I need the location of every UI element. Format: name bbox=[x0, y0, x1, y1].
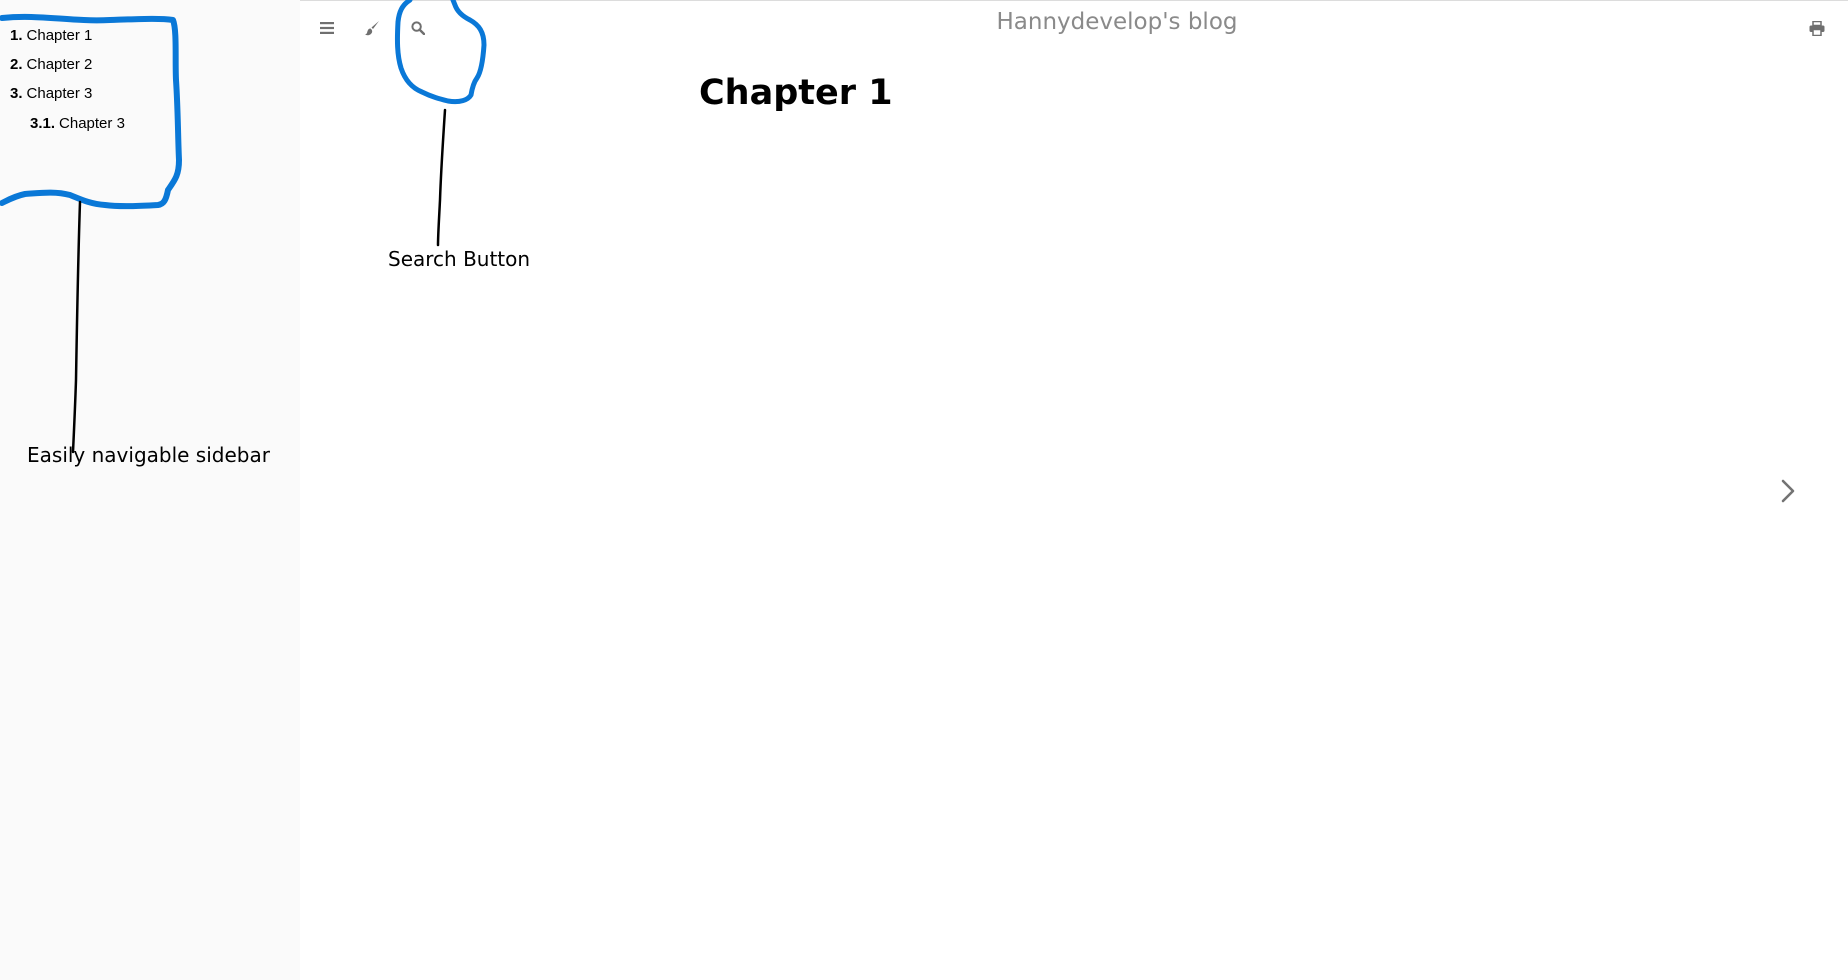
sidebar-item-chapter-2[interactable]: 2. Chapter 2 bbox=[0, 53, 300, 82]
toc-number: 3.1. bbox=[30, 115, 56, 132]
sidebar-item-label: Chapter 3 bbox=[26, 85, 93, 102]
menu-bar: Hannydevelop's blog bbox=[300, 0, 1848, 52]
sidebar-item-label: Chapter 1 bbox=[26, 27, 93, 44]
toc-number: 2. bbox=[10, 56, 23, 73]
sidebar-item-label: Chapter 3 bbox=[59, 115, 125, 132]
paintbrush-icon bbox=[365, 21, 379, 36]
next-chapter-button[interactable] bbox=[1768, 466, 1808, 516]
sidebar-item-chapter-3[interactable]: 3. Chapter 3 bbox=[0, 82, 300, 111]
print-icon bbox=[1809, 20, 1825, 36]
print-button[interactable] bbox=[1803, 15, 1831, 41]
search-icon bbox=[411, 21, 425, 35]
search-button[interactable] bbox=[404, 15, 432, 41]
sidebar-toggle-button[interactable] bbox=[313, 15, 341, 41]
toc-number: 1. bbox=[10, 27, 23, 44]
page: 1. Chapter 1 2. Chapter 2 3. Chapter 3 3.1.… bbox=[0, 0, 1848, 980]
sidebar-item-chapter-1[interactable]: 1. Chapter 1 bbox=[0, 24, 300, 53]
site-title: Hannydevelop's blog bbox=[996, 9, 1238, 35]
theme-button[interactable] bbox=[358, 15, 386, 41]
page-title: Chapter 1 bbox=[699, 73, 893, 113]
menu-icon bbox=[320, 22, 334, 34]
sidebar: 1. Chapter 1 2. Chapter 2 3. Chapter 3 3.1.… bbox=[0, 0, 300, 980]
table-of-contents: 1. Chapter 1 2. Chapter 2 3. Chapter 3 3.1.… bbox=[0, 24, 300, 141]
toc-number: 3. bbox=[10, 85, 23, 102]
sidebar-item-label: Chapter 2 bbox=[26, 56, 93, 73]
sidebar-item-chapter-3-1[interactable]: 3.1. Chapter 3 bbox=[0, 112, 300, 141]
chevron-right-icon bbox=[1781, 479, 1795, 503]
main-content: Hannydevelop's blog Chapter 1 bbox=[300, 0, 1848, 980]
